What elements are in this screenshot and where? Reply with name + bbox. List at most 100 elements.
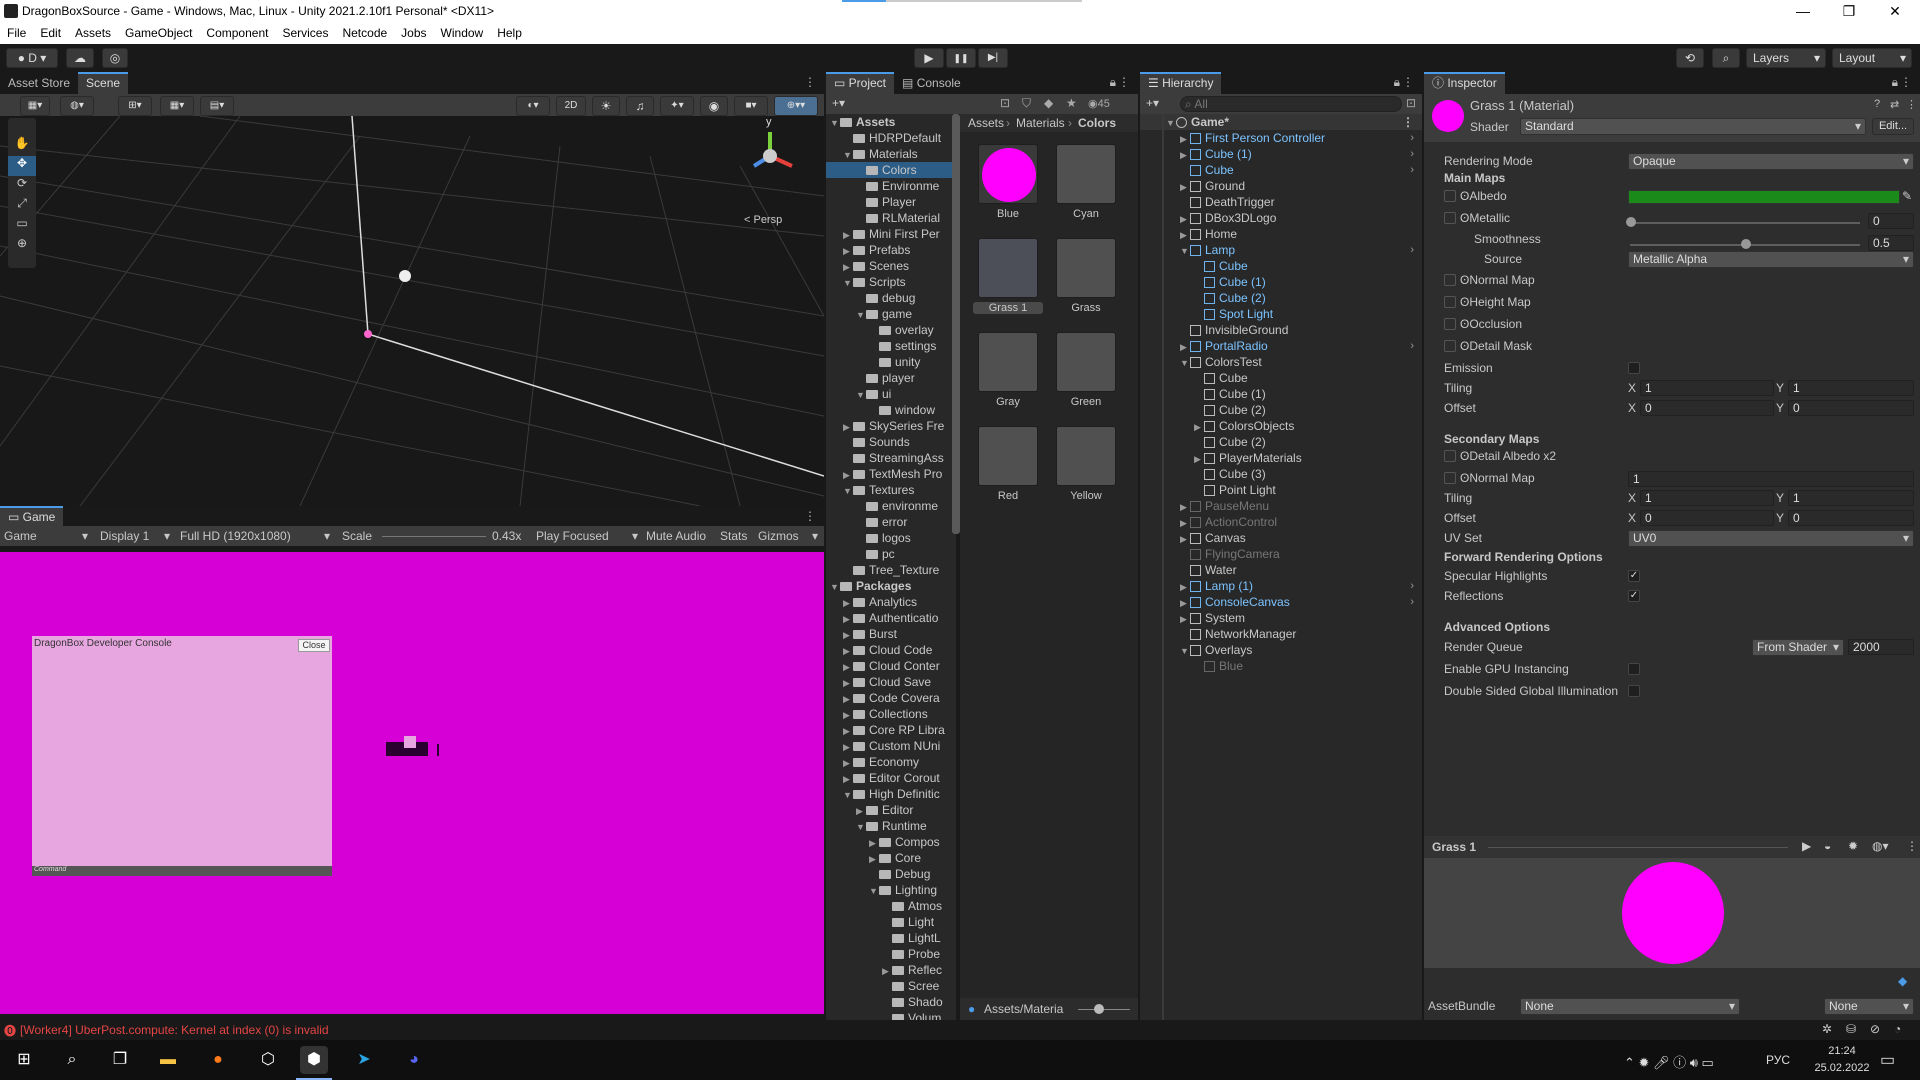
- draw-mode-icon[interactable]: ▦▾: [20, 96, 50, 116]
- project-tree-item[interactable]: debug: [826, 290, 956, 306]
- preview-resize-handle[interactable]: [1488, 847, 1788, 848]
- menu-gameobject[interactable]: GameObject: [118, 24, 199, 40]
- project-tree-item[interactable]: ▼ Assets: [826, 114, 956, 130]
- game-view-dropdown[interactable]: Game ▾: [4, 529, 90, 543]
- expand-arrow-icon[interactable]: ▶: [1180, 227, 1190, 242]
- hierarchy-item[interactable]: ▶ Cube (1) ›: [1140, 146, 1422, 162]
- discord-icon[interactable]: ◕: [400, 1046, 428, 1074]
- source-dropdown[interactable]: Metallic Alpha: [1628, 251, 1914, 268]
- asset-thumbnail[interactable]: [978, 332, 1038, 392]
- project-tree-item[interactable]: Volum: [826, 1010, 956, 1020]
- preview-shape-icon[interactable]: ◍▾: [1872, 839, 1889, 853]
- project-tree-item[interactable]: Environme: [826, 178, 956, 194]
- expand-arrow-icon[interactable]: ▼: [869, 883, 879, 898]
- hierarchy-item[interactable]: ▶ Canvas: [1140, 530, 1422, 546]
- windows-start-icon[interactable]: ⊞: [10, 1046, 38, 1074]
- hierarchy-item[interactable]: ▶ PlayerMaterials: [1140, 450, 1422, 466]
- language-indicator[interactable]: РУС: [1766, 1053, 1790, 1067]
- expand-arrow-icon[interactable]: ▶: [1194, 451, 1204, 466]
- expand-arrow-icon[interactable]: ▼: [830, 115, 840, 130]
- expand-arrow-icon[interactable]: ▶: [1194, 419, 1204, 434]
- asset-thumbnail[interactable]: [978, 238, 1038, 298]
- asset-label[interactable]: Blue: [973, 208, 1043, 220]
- expand-arrow-icon[interactable]: ▶: [1180, 611, 1190, 626]
- project-tree-item[interactable]: LightL: [826, 930, 956, 946]
- tab-hierarchy[interactable]: ☰ Hierarchy: [1140, 72, 1222, 94]
- hierarchy-item[interactable]: Cube (2): [1140, 402, 1422, 418]
- progress-icon[interactable]: ◔: [1894, 1022, 1901, 1036]
- tiling-x-field[interactable]: 1: [1640, 380, 1774, 396]
- tab-inspector[interactable]: ⓘ Inspector: [1424, 72, 1505, 94]
- telegram-icon[interactable]: ➤: [350, 1046, 378, 1074]
- expand-arrow-icon[interactable]: ▼: [1180, 355, 1190, 370]
- menu-file[interactable]: File: [0, 24, 33, 40]
- stats-toggle[interactable]: Stats: [720, 529, 747, 543]
- hand-tool-icon[interactable]: ✋: [8, 136, 36, 156]
- search-icon[interactable]: ⌕: [1712, 48, 1740, 68]
- clock-time[interactable]: 21:24: [1812, 1045, 1872, 1057]
- camera-icon[interactable]: ■▾: [734, 96, 768, 116]
- material-preview[interactable]: [1424, 858, 1920, 968]
- project-tree-item[interactable]: error: [826, 514, 956, 530]
- prefab-open-icon[interactable]: ›: [1410, 578, 1414, 594]
- albedo-texture-slot[interactable]: [1444, 190, 1456, 202]
- panel-menu-icon[interactable]: ⋮: [1900, 75, 1912, 89]
- project-tree-item[interactable]: ▶ Analytics: [826, 594, 956, 610]
- occlusion-slot[interactable]: [1444, 318, 1456, 330]
- project-tree-item[interactable]: ▶ Cloud Code: [826, 642, 956, 658]
- zoom-slider-handle[interactable]: [1094, 1004, 1104, 1014]
- menu-window[interactable]: Window: [434, 24, 491, 40]
- expand-arrow-icon[interactable]: ▼: [1180, 243, 1190, 258]
- hierarchy-item[interactable]: ▶ System: [1140, 610, 1422, 626]
- layout-dropdown[interactable]: Layout ▾: [1832, 48, 1912, 68]
- pause-button[interactable]: ❚❚: [946, 48, 976, 68]
- tab-asset-store[interactable]: Asset Store: [0, 72, 78, 94]
- system-tray-icons[interactable]: ⌃ ✹ 🎤︎ ⓘ 🔊︎ ▭: [1624, 1052, 1714, 1071]
- tab-scene[interactable]: Scene: [78, 72, 129, 94]
- expand-arrow-icon[interactable]: ▶: [882, 963, 892, 978]
- offset-y-field[interactable]: 0: [1788, 400, 1914, 416]
- expand-arrow-icon[interactable]: ▼: [843, 483, 853, 498]
- expand-arrow-icon[interactable]: ▶: [843, 227, 853, 242]
- expand-arrow-icon[interactable]: ▶: [843, 739, 853, 754]
- zoom-slider[interactable]: [1078, 1009, 1130, 1010]
- add-icon[interactable]: +▾: [1146, 96, 1159, 110]
- game-viewport[interactable]: DragonBox Developer Console Close Comman…: [0, 546, 824, 1014]
- hierarchy-item[interactable]: InvisibleGround: [1140, 322, 1422, 338]
- hierarchy-item[interactable]: ▶ DBox3DLogo: [1140, 210, 1422, 226]
- layers-dropdown[interactable]: Layers ▾: [1746, 48, 1826, 68]
- tab-project[interactable]: ▭ Project: [826, 72, 895, 94]
- render-queue-dropdown[interactable]: From Shader: [1752, 639, 1844, 656]
- cloud-icon[interactable]: ☁: [66, 48, 94, 68]
- hierarchy-item[interactable]: Cube ›: [1140, 162, 1422, 178]
- panel-menu-icon[interactable]: ⋮: [804, 509, 816, 523]
- hierarchy-item[interactable]: Point Light: [1140, 482, 1422, 498]
- project-tree-item[interactable]: ▶ Core: [826, 850, 956, 866]
- scene-menu-icon[interactable]: ⋮: [1402, 114, 1414, 130]
- project-tree-item[interactable]: ▶ Collections: [826, 706, 956, 722]
- asset-label[interactable]: Cyan: [1051, 208, 1121, 220]
- project-tree-item[interactable]: ▼ Scripts: [826, 274, 956, 290]
- expand-arrow-icon[interactable]: ▶: [843, 675, 853, 690]
- expand-arrow-icon[interactable]: ▼: [1180, 643, 1190, 658]
- label-tag-icon[interactable]: ◆: [1898, 974, 1907, 988]
- effects-icon[interactable]: ✦▾: [660, 96, 694, 116]
- hierarchy-item[interactable]: ▶ ActionControl: [1140, 514, 1422, 530]
- panel-menu-icon[interactable]: ⋮: [1402, 75, 1414, 89]
- breadcrumb-assets[interactable]: Assets: [968, 116, 1004, 130]
- prefab-open-icon[interactable]: ›: [1410, 338, 1414, 354]
- perspective-label[interactable]: < Persp: [744, 214, 782, 226]
- project-tree-item[interactable]: Atmos: [826, 898, 956, 914]
- filter-icon[interactable]: ⛉: [1022, 96, 1031, 111]
- clock-date[interactable]: 25.02.2022: [1808, 1062, 1876, 1074]
- asset-thumbnail[interactable]: [1056, 238, 1116, 298]
- tab-console[interactable]: ▤ Console: [894, 72, 969, 94]
- transform-tool-icon[interactable]: ⊕: [8, 236, 36, 256]
- project-tree-item[interactable]: ▶ Cloud Conter: [826, 658, 956, 674]
- expand-arrow-icon[interactable]: ▶: [1180, 499, 1190, 514]
- smoothness-value-field[interactable]: 0.5: [1868, 235, 1914, 251]
- more-icon[interactable]: ⋮: [1906, 98, 1917, 111]
- asset-label[interactable]: Yellow: [1051, 490, 1121, 502]
- hierarchy-item[interactable]: Blue: [1140, 658, 1422, 674]
- step-button[interactable]: ▶|: [978, 48, 1008, 68]
